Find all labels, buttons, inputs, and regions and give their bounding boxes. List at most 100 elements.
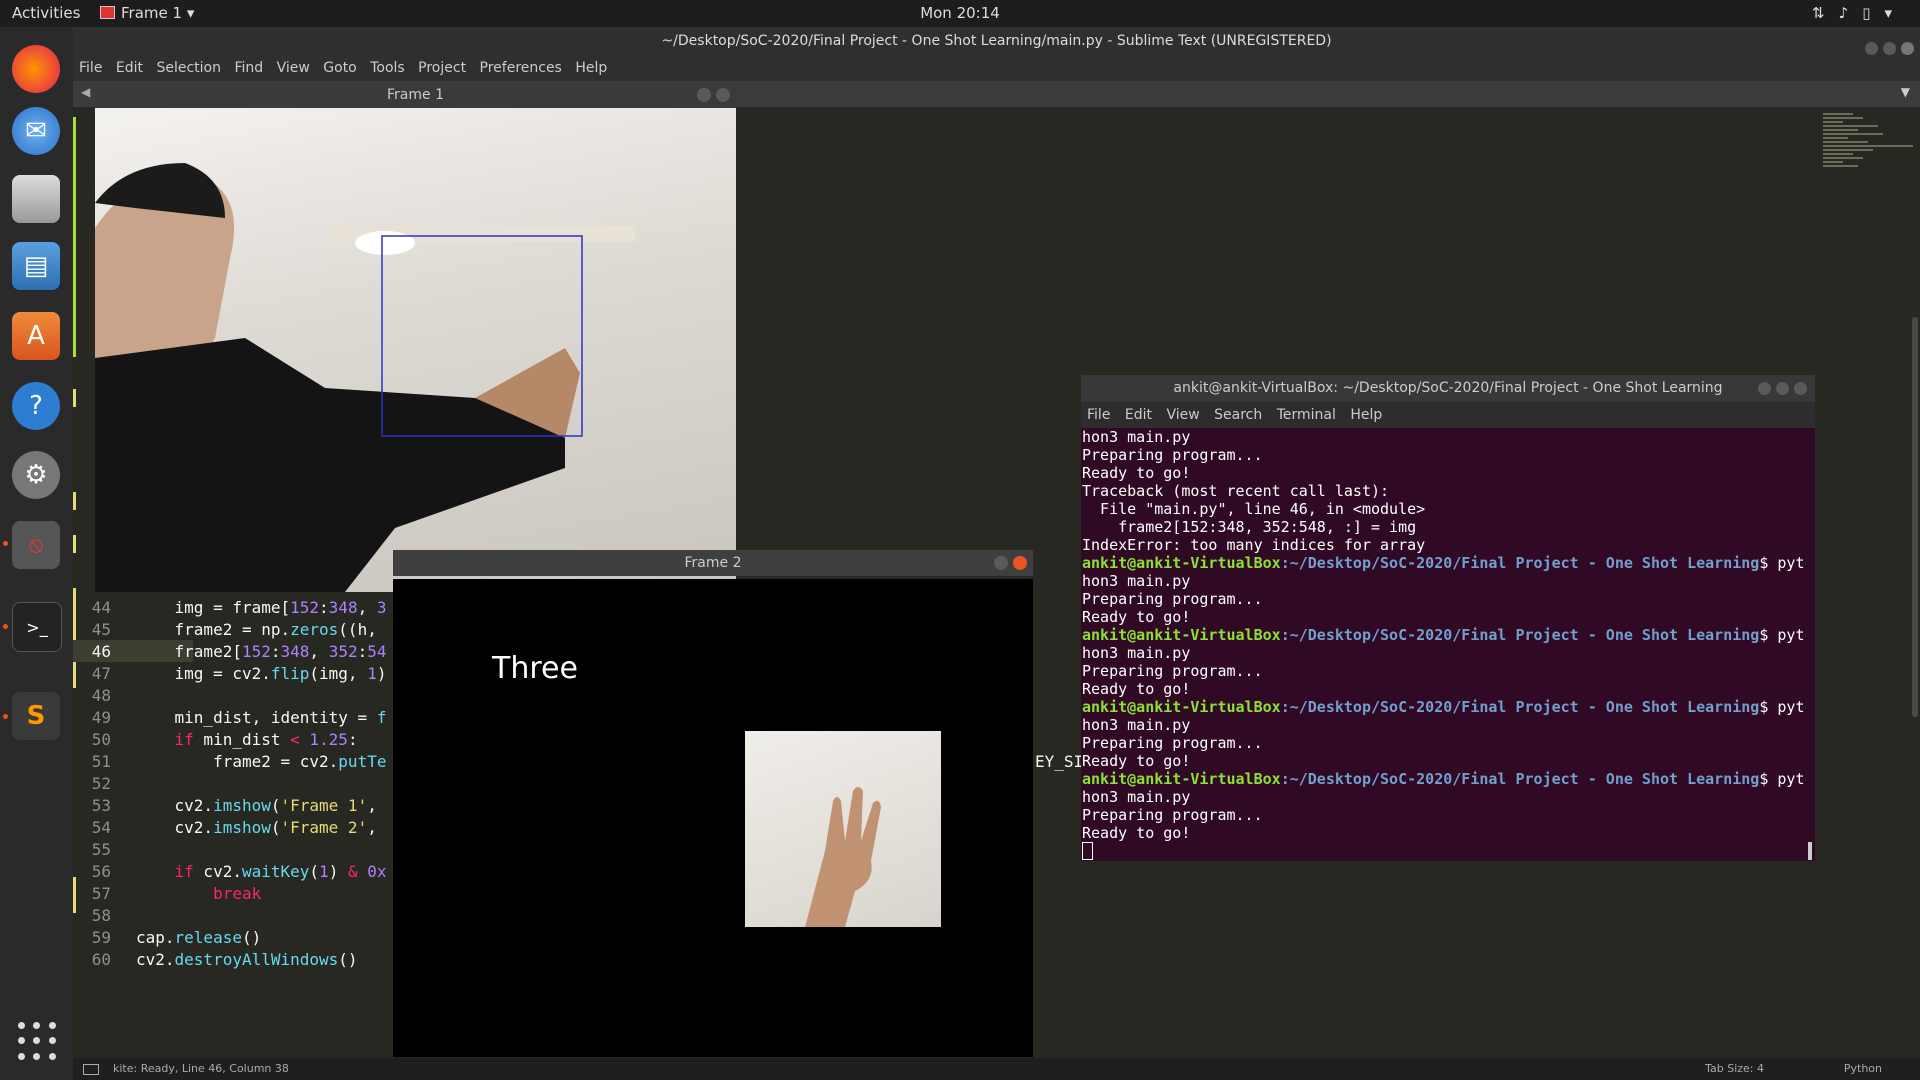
terminal-output[interactable]: hon3 main.py Preparing program... Ready …	[1081, 428, 1815, 861]
terminal-line: Ready to go!	[1082, 824, 1191, 842]
terminal-menu-file[interactable]: File	[1087, 407, 1110, 423]
menu-edit[interactable]: Edit	[116, 55, 143, 81]
line-number: 56	[91, 862, 111, 881]
files-icon[interactable]	[12, 175, 60, 223]
maximize-button[interactable]	[1883, 41, 1896, 55]
sublime-menu-bar: File Edit Selection Find View Goto Tools…	[73, 55, 1920, 81]
libreoffice-writer-icon[interactable]: ▤	[12, 242, 60, 290]
frame2-canvas: Three	[393, 579, 1033, 1057]
settings-icon[interactable]: ⚙	[12, 451, 60, 499]
sublime-title-bar: ~/Desktop/SoC-2020/Final Project - One S…	[73, 27, 1920, 55]
sidebar-toggle-icon[interactable]: ◀	[81, 85, 90, 99]
line-number: 47	[91, 664, 111, 683]
system-tray[interactable]: ⇅♪▯▾	[1812, 4, 1906, 22]
chevron-down-icon: ▾	[1884, 4, 1906, 22]
terminal-line: File "main.py", line 46, in <module>	[1082, 500, 1426, 518]
line-number: 52	[91, 774, 111, 793]
close-button[interactable]	[716, 88, 730, 102]
terminal-line: hon3 main.py	[1082, 716, 1191, 734]
thunderbird-icon[interactable]: ✉	[12, 107, 60, 155]
menu-find[interactable]: Find	[234, 55, 263, 81]
code-line[interactable]: cv2.destroyAllWindows()	[136, 950, 358, 969]
code-line[interactable]: cap.release()	[136, 928, 261, 947]
menu-view[interactable]: View	[277, 55, 310, 81]
terminal-menu-search[interactable]: Search	[1214, 407, 1262, 423]
menu-help[interactable]: Help	[575, 55, 607, 81]
show-applications-icon[interactable]	[18, 1022, 58, 1062]
line-number: 58	[91, 906, 111, 925]
code-line[interactable]: frame2 = cv2.putTe	[136, 752, 386, 771]
terminal-icon[interactable]: >_	[12, 602, 62, 652]
minimap[interactable]	[1823, 113, 1918, 233]
running-indicator	[3, 714, 8, 719]
close-button[interactable]	[1013, 556, 1027, 570]
terminal-line: Ready to go!	[1082, 752, 1191, 770]
line-number: 45	[91, 620, 111, 639]
terminal-line: Ready to go!	[1082, 680, 1191, 698]
sublime-text-icon[interactable]: S	[12, 692, 60, 740]
terminal-line: Preparing program...	[1082, 446, 1263, 464]
terminal-menu-edit[interactable]: Edit	[1125, 407, 1152, 423]
minimize-button[interactable]	[1758, 381, 1771, 395]
frame2-title-bar[interactable]: Frame 2	[393, 550, 1033, 576]
terminal-line: IndexError: too many indices for array	[1082, 536, 1426, 554]
vertical-scrollbar[interactable]	[1912, 317, 1918, 717]
battery-icon: ▯	[1862, 4, 1885, 22]
line-number: 49	[91, 708, 111, 727]
clock[interactable]: Mon 20:14	[0, 4, 1920, 22]
code-line[interactable]: if min_dist < 1.25:	[136, 730, 358, 749]
minimize-button[interactable]	[1865, 41, 1878, 55]
terminal-cursor-line	[1081, 842, 1815, 860]
panel-toggle-icon[interactable]	[83, 1064, 99, 1075]
menu-goto[interactable]: Goto	[323, 55, 356, 81]
terminal-scrollbar[interactable]	[1808, 842, 1812, 860]
tab-list-icon[interactable]: ▼	[1901, 85, 1910, 99]
terminal-menu-terminal[interactable]: Terminal	[1277, 407, 1336, 423]
close-button[interactable]	[1901, 41, 1914, 55]
code-line[interactable]: frame2[152:348, 352:54	[136, 642, 387, 661]
syntax-indicator[interactable]: Python	[1844, 1058, 1882, 1080]
terminal-line: Traceback (most recent call last):	[1082, 482, 1390, 500]
terminal-line: hon3 main.py	[1082, 428, 1191, 446]
running-indicator	[3, 541, 8, 546]
terminal-line: Preparing program...	[1082, 662, 1263, 680]
code-line[interactable]: cv2.imshow('Frame 2',	[136, 818, 377, 837]
line-number: 57	[91, 884, 111, 903]
minimize-button[interactable]	[697, 88, 711, 102]
line-number: 50	[91, 730, 111, 749]
menu-project[interactable]: Project	[418, 55, 466, 81]
code-line[interactable]: cv2.imshow('Frame 1',	[136, 796, 377, 815]
menu-selection[interactable]: Selection	[156, 55, 221, 81]
frame2-window: Frame 2 Three	[393, 550, 1033, 1060]
menu-preferences[interactable]: Preferences	[480, 55, 562, 81]
maximize-button[interactable]	[1776, 381, 1789, 395]
status-bar: kite: Ready, Line 46, Column 38 Tab Size…	[73, 1058, 1920, 1080]
code-line[interactable]: img = cv2.flip(img, 1)	[136, 664, 387, 683]
terminal-line: Ready to go!	[1082, 608, 1191, 626]
terminal-title-bar[interactable]: ankit@ankit-VirtualBox: ~/Desktop/SoC-20…	[1081, 375, 1815, 402]
status-text: kite: Ready, Line 46, Column 38	[113, 1062, 289, 1075]
help-icon[interactable]: ?	[12, 382, 60, 430]
opencv-window-icon[interactable]: ⦸	[12, 521, 60, 569]
minimize-button[interactable]	[994, 556, 1008, 570]
line-number: 59	[91, 928, 111, 947]
code-line[interactable]: min_dist, identity = f	[136, 708, 387, 727]
terminal-menu-view[interactable]: View	[1166, 407, 1199, 423]
code-line[interactable]: break	[136, 884, 261, 903]
terminal-line: hon3 main.py	[1082, 788, 1191, 806]
software-center-icon[interactable]: A	[12, 312, 60, 360]
firefox-icon[interactable]	[12, 45, 60, 93]
code-line[interactable]: frame2 = np.zeros((h,	[136, 620, 377, 639]
tab-size-indicator[interactable]: Tab Size: 4	[1705, 1058, 1764, 1080]
close-button[interactable]	[1794, 381, 1807, 395]
menu-file[interactable]: File	[79, 55, 102, 81]
frame1-window: Frame 1	[95, 82, 736, 592]
terminal-menu-help[interactable]: Help	[1350, 407, 1382, 423]
code-line[interactable]: if cv2.waitKey(1) & 0x	[136, 862, 387, 881]
frame1-title-bar[interactable]: Frame 1	[95, 82, 736, 108]
line-number: 53	[91, 796, 111, 815]
menu-tools[interactable]: Tools	[370, 55, 405, 81]
network-icon: ⇅	[1812, 4, 1839, 22]
terminal-window: ankit@ankit-VirtualBox: ~/Desktop/SoC-20…	[1081, 375, 1815, 861]
code-line[interactable]: img = frame[152:348, 3	[136, 598, 387, 617]
